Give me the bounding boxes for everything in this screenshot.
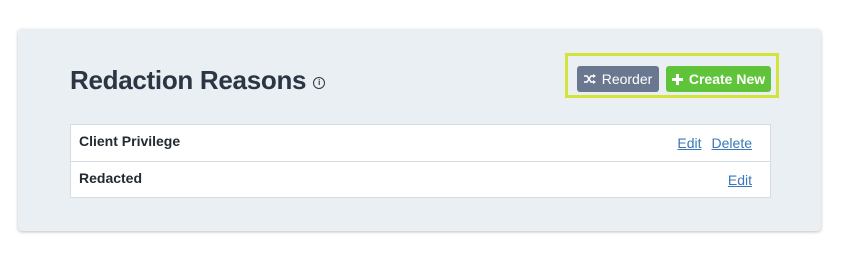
row-actions: Edit Delete	[667, 135, 752, 151]
redaction-reasons-panel: Redaction Reasons i Reorder Create New C…	[18, 29, 821, 231]
row-actions: Edit	[718, 172, 752, 188]
info-icon[interactable]: i	[313, 77, 326, 89]
reason-name: Client Privilege	[79, 133, 181, 149]
delete-link[interactable]: Delete	[712, 135, 752, 151]
title-row: Redaction Reasons i	[70, 65, 326, 96]
table-row: Redacted Edit	[71, 161, 770, 197]
edit-link[interactable]: Edit	[677, 135, 701, 151]
shuffle-icon	[583, 74, 596, 84]
page-title: Redaction Reasons	[70, 65, 307, 95]
edit-link[interactable]: Edit	[728, 172, 752, 188]
reorder-label: Reorder	[601, 71, 653, 87]
reorder-button[interactable]: Reorder	[577, 66, 659, 92]
reason-name: Redacted	[79, 169, 143, 186]
reasons-table: Client Privilege Edit Delete Redacted Ed…	[70, 124, 771, 198]
plus-icon	[671, 73, 683, 85]
create-new-button[interactable]: Create New	[666, 66, 771, 92]
create-new-label: Create New	[688, 71, 766, 87]
table-row: Client Privilege Edit Delete	[71, 125, 770, 161]
